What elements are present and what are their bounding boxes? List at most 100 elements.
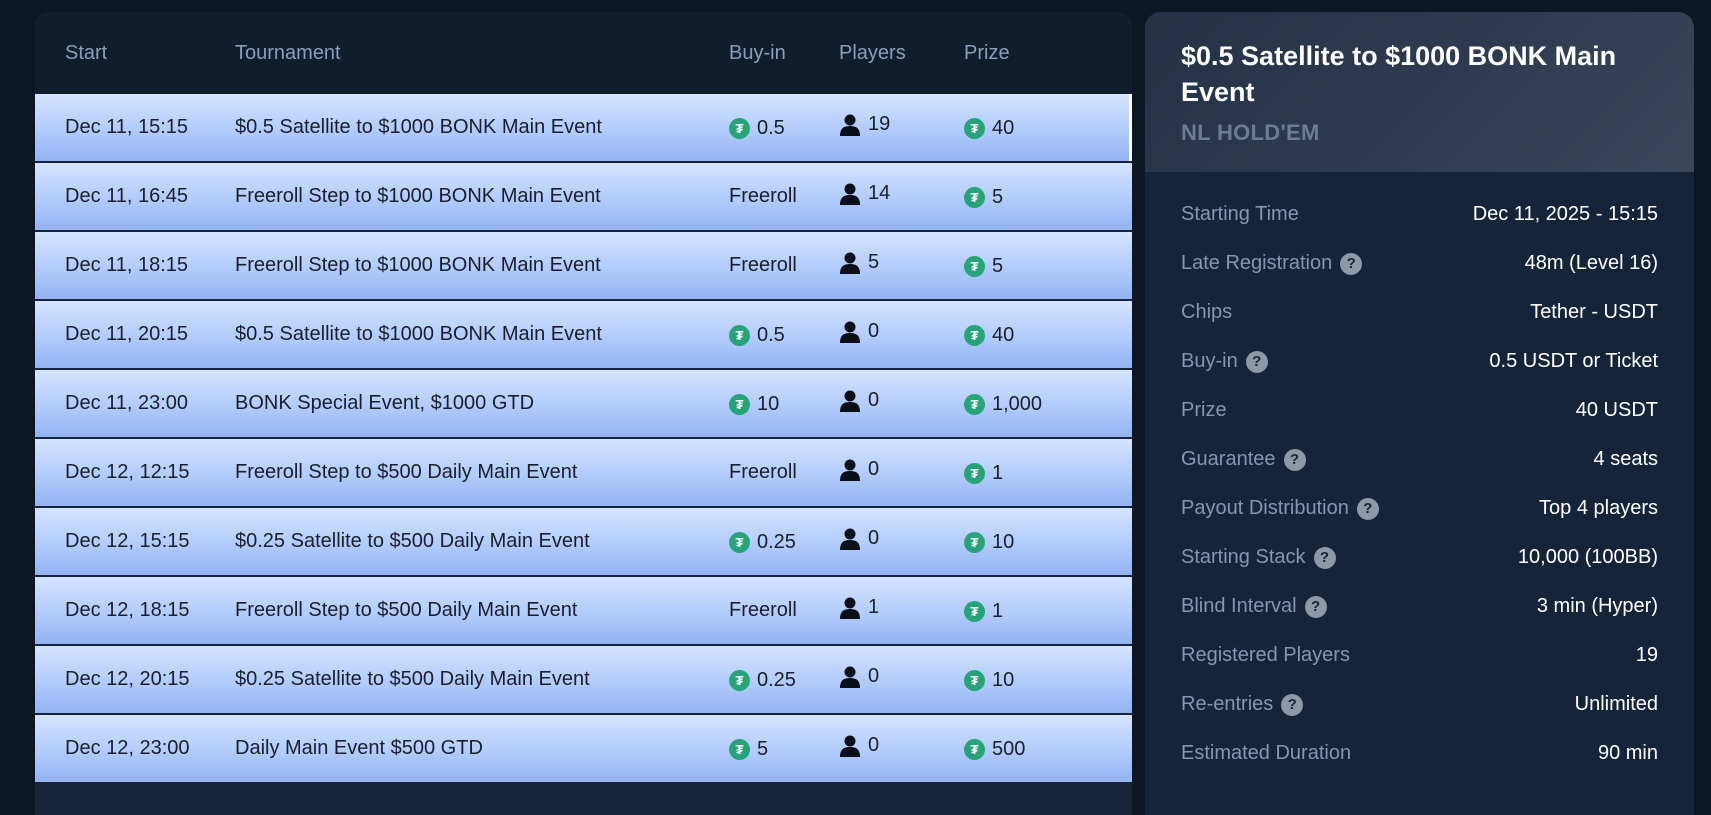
- prize-value-group: ₮ 40: [964, 324, 1014, 347]
- row-players: 0: [839, 665, 964, 695]
- players-count: 0: [868, 734, 880, 756]
- tether-token-icon: ₮: [729, 393, 750, 415]
- tether-token-icon: ₮: [729, 324, 750, 346]
- row-players: 0: [839, 389, 964, 419]
- table-row[interactable]: Dec 11, 20:15 $0.5 Satellite to $1000 BON…: [35, 301, 1132, 368]
- prize-value-group: ₮ 5: [964, 186, 1003, 209]
- prize-value-group: ₮ 500: [964, 738, 1025, 761]
- prize-value-group: ₮ 10: [964, 531, 1014, 554]
- row-tournament-name: Freeroll Step to $500 Daily Main Event: [235, 461, 578, 483]
- detail-value: 3 min (Hyper): [1536, 595, 1658, 617]
- prize-value: 1: [992, 599, 1004, 622]
- header-prize[interactable]: Prize: [964, 42, 1132, 65]
- buyin-value: 10: [757, 392, 780, 415]
- prize-value-group: ₮ 5: [964, 255, 1003, 278]
- players-value-group: 19: [839, 113, 890, 137]
- table-row[interactable]: Dec 11, 15:15 $0.5 Satellite to $1000 BON…: [35, 94, 1132, 161]
- row-start-time: Dec 11, 15:15: [65, 116, 189, 138]
- tether-token-icon: ₮: [729, 117, 750, 139]
- players-value-group: 0: [839, 389, 879, 413]
- table-row[interactable]: Dec 12, 20:15 $0.25 Satellite to $500 Dai…: [35, 646, 1132, 713]
- detail-label: Prize: [1181, 399, 1227, 422]
- header-tournament[interactable]: Tournament: [235, 42, 729, 65]
- question-mark-icon[interactable]: ?: [1245, 350, 1268, 373]
- row-players: 19: [839, 113, 964, 143]
- detail-label-text: Re-entries: [1181, 693, 1274, 715]
- row-buyin: ₮ 0.5: [729, 116, 839, 140]
- row-start-time: Dec 11, 23:00: [65, 392, 189, 414]
- detail-value: 19: [1635, 644, 1658, 666]
- row-prize: ₮ 500: [964, 737, 1132, 761]
- row-prize: ₮ 1: [964, 461, 1132, 485]
- question-mark-icon[interactable]: ?: [1356, 497, 1379, 520]
- buyin-value: Freeroll: [729, 599, 797, 621]
- row-buyin: ₮ 10: [729, 392, 839, 416]
- detail-value: Dec 11, 2025 - 15:15: [1472, 203, 1658, 225]
- row-buyin: ₮ 0.5: [729, 323, 839, 347]
- prize-value: 5: [992, 254, 1004, 277]
- detail-row-registered-players: Registered Players 19: [1181, 631, 1658, 680]
- tournament-lobby: Start Tournament Buy-in Players Prize De…: [0, 0, 1711, 815]
- table-row[interactable]: Dec 11, 23:00 BONK Special Event, $1000 G…: [35, 370, 1132, 437]
- detail-value: Top 4 players: [1539, 497, 1658, 519]
- detail-row-buy-in: Buy-in? 0.5 USDT or Ticket: [1181, 337, 1658, 386]
- players-value-group: 0: [839, 734, 879, 758]
- buyin-value: Freeroll: [729, 461, 797, 483]
- row-prize: ₮ 10: [964, 668, 1132, 692]
- person-icon: [839, 527, 861, 551]
- prize-value: 5: [992, 185, 1004, 208]
- table-row[interactable]: Dec 12, 18:15 Freeroll Step to $500 Daily…: [35, 577, 1132, 644]
- detail-row-payout-distribution: Payout Distribution? Top 4 players: [1181, 484, 1658, 533]
- table-row[interactable]: Dec 12, 12:15 Freeroll Step to $500 Daily…: [35, 439, 1132, 506]
- tether-token-icon: ₮: [964, 255, 985, 277]
- detail-label: Late Registration?: [1181, 252, 1363, 275]
- players-value-group: 1: [839, 596, 879, 620]
- table-row[interactable]: Dec 12, 15:15 $0.25 Satellite to $500 Dai…: [35, 508, 1132, 575]
- row-tournament-name: $0.25 Satellite to $500 Daily Main Event: [235, 530, 590, 552]
- details-list: Starting Time Dec 11, 2025 - 15:15 Late Re…: [1145, 172, 1694, 778]
- question-mark-icon[interactable]: ?: [1304, 595, 1327, 618]
- table-row[interactable]: Dec 11, 18:15 Freeroll Step to $1000 BONK…: [35, 232, 1132, 299]
- buyin-value-group: Freeroll: [729, 599, 797, 622]
- detail-label-text: Late Registration: [1181, 252, 1333, 274]
- question-mark-icon[interactable]: ?: [1283, 448, 1306, 471]
- header-start[interactable]: Start: [35, 42, 235, 65]
- row-players: 0: [839, 458, 964, 488]
- detail-row-late-registration: Late Registration? 48m (Level 16): [1181, 239, 1658, 288]
- buyin-value: Freeroll: [729, 185, 797, 207]
- players-value-group: 0: [839, 527, 879, 551]
- table-row[interactable]: Dec 11, 16:45 Freeroll Step to $1000 BONK…: [35, 163, 1132, 230]
- row-buyin: Freeroll: [729, 254, 839, 277]
- question-mark-icon[interactable]: ?: [1313, 546, 1336, 569]
- detail-label-text: Chips: [1181, 301, 1233, 323]
- person-icon: [839, 458, 861, 482]
- header-buyin[interactable]: Buy-in: [729, 42, 839, 65]
- detail-label: Chips: [1181, 301, 1232, 324]
- detail-value: Tether - USDT: [1530, 301, 1658, 323]
- row-start-time: Dec 11, 18:15: [65, 254, 189, 276]
- tether-token-icon: ₮: [964, 117, 985, 139]
- prize-value-group: ₮ 10: [964, 669, 1014, 692]
- row-players: 0: [839, 320, 964, 350]
- header-players[interactable]: Players: [839, 42, 964, 65]
- tether-token-icon: ₮: [964, 186, 985, 208]
- row-players: 14: [839, 182, 964, 212]
- row-prize: ₮ 5: [964, 185, 1132, 209]
- buyin-value-group: ₮ 5: [729, 738, 768, 761]
- question-mark-icon[interactable]: ?: [1340, 252, 1363, 275]
- buyin-value: 0.5: [757, 116, 785, 139]
- buyin-value-group: Freeroll: [729, 254, 797, 277]
- detail-label: Payout Distribution?: [1181, 497, 1379, 520]
- buyin-value: 0.25: [757, 530, 796, 553]
- tether-token-icon: ₮: [964, 462, 985, 484]
- table-row[interactable]: Dec 12, 23:00 Daily Main Event $500 GTD ₮ 5…: [35, 715, 1132, 782]
- tether-token-icon: ₮: [964, 738, 985, 760]
- row-players: 1: [839, 596, 964, 626]
- detail-label-text: Payout Distribution: [1181, 497, 1349, 519]
- row-tournament-name: Freeroll Step to $1000 BONK Main Event: [235, 185, 601, 207]
- prize-value-group: ₮ 1,000: [964, 393, 1042, 416]
- detail-label: Blind Interval?: [1181, 595, 1327, 618]
- detail-label: Starting Time: [1181, 203, 1299, 226]
- person-icon: [839, 734, 861, 758]
- question-mark-icon[interactable]: ?: [1281, 693, 1304, 716]
